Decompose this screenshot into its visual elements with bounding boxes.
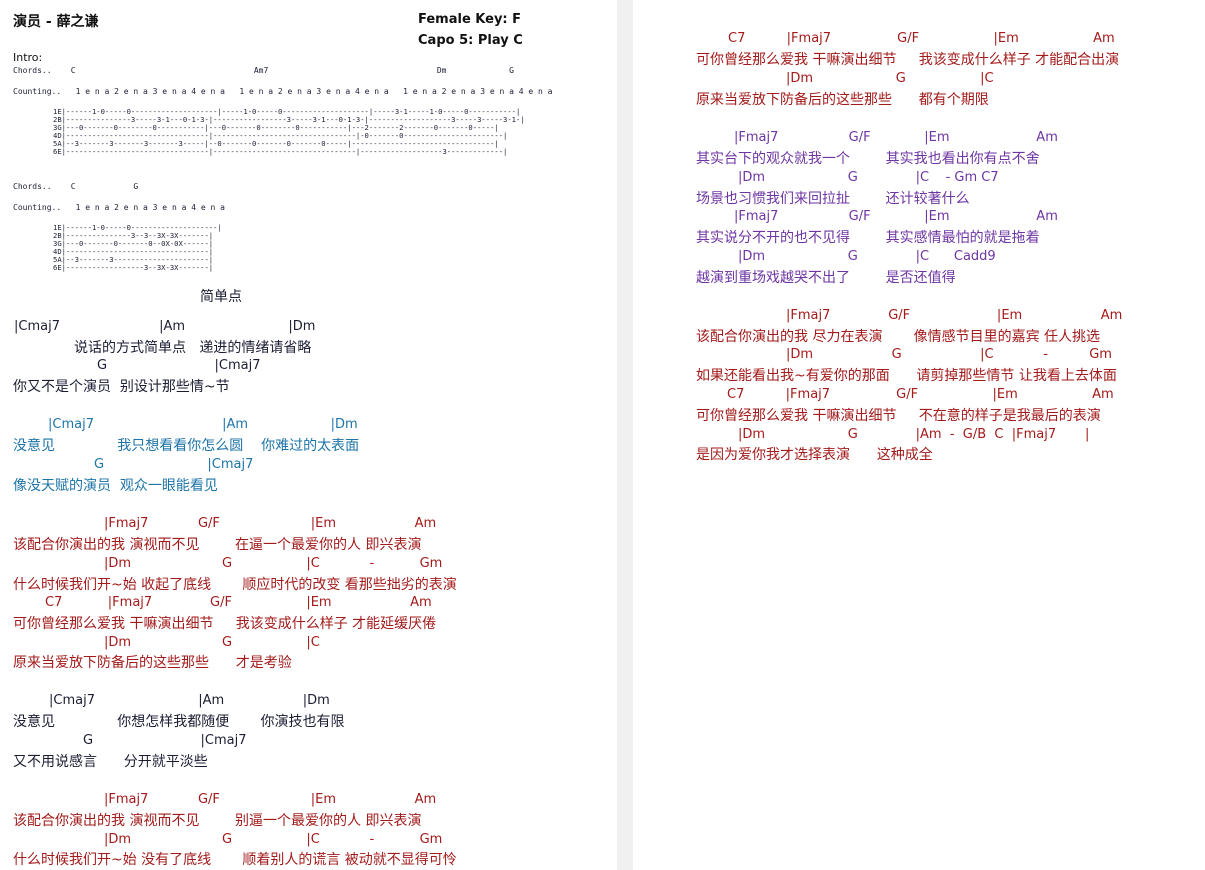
song-title: 演员 - 薛之谦 (13, 14, 99, 30)
chord-line: |Cmaj7 |Am |Dm (48, 417, 358, 432)
chord-line: G |Cmaj7 (94, 457, 254, 472)
chord-line: |Dm G |Am - G/B C |Fmaj7 | (738, 427, 1090, 442)
female-key: Female Key: F (418, 12, 522, 27)
lyric-line: 像没天赋的演员 观众一眼能看见 (13, 478, 218, 494)
page-right: C7 |Fmaj7 G/F |Em Am 可你曾经那么爱我 干嘛演出细节 我该变… (633, 0, 1205, 870)
lyric-line: 可你曾经那么爱我 干嘛演出细节 不在意的样子是我最后的表演 (696, 408, 1101, 424)
chord-line: G |Cmaj7 (83, 733, 247, 748)
chord-line: |Dm G |C - Gm (104, 556, 443, 571)
lyric-line: 该配合你演出的我 尽力在表演 像情感节目里的嘉宾 任人挑选 (696, 329, 1101, 345)
capo-info: Capo 5: Play C (418, 33, 523, 48)
right-page-content: C7 |Fmaj7 G/F |Em Am 可你曾经那么爱我 干嘛演出细节 我该变… (633, 0, 1205, 870)
lyric-line: 该配合你演出的我 演视而不见 别逼一个最爱你的人 即兴表演 (13, 813, 422, 829)
chord-line: C7 |Fmaj7 G/F |Em Am (728, 31, 1115, 46)
page-left: 演员 - 薛之谦 Female Key: F Capo 5: Play C In… (0, 0, 617, 870)
lyric-line: 如果还能看出我~有爱你的那面 请剪掉那些情节 让我看上去体面 (696, 368, 1117, 384)
lyric-line: 其实台下的观众就我一个 其实我也看出你有点不舍 (696, 151, 1040, 167)
lyric-line: 可你曾经那么爱我 干嘛演出细节 我该变成什么样子 才能配合出演 (696, 52, 1120, 68)
intro-chords-2: Chords.. C G (13, 182, 139, 191)
lyric-line: 简单点 (200, 289, 242, 305)
intro-counting-1: Counting.. 1 e n a 2 e n a 3 e n a 4 e n… (13, 87, 553, 96)
lyric-line: 是因为爱你我才选择表演 这种成全 (696, 447, 933, 463)
chord-line: |Cmaj7 |Am |Dm (49, 693, 330, 708)
lyric-line: 没意见 我只想看看你怎么圆 你难过的太表面 (13, 438, 360, 454)
lyric-line: 什么时候我们开~始 收起了底线 顺应时代的改变 看那些拙劣的表演 (13, 577, 457, 593)
lyric-line: 没意见 你想怎样我都随便 你演技也有限 (13, 714, 345, 730)
chord-line: |Dm G |C - Gm (104, 832, 443, 847)
chord-line: |Fmaj7 G/F |Em Am (786, 308, 1123, 323)
tab-line: 6E|---------------------------------|---… (53, 147, 508, 156)
lyric-line: 原来当爱放下防备后的这些那些 才是考验 (13, 655, 292, 671)
chord-line: G |Cmaj7 (97, 358, 261, 373)
chord-line: |Dm G |C Cadd9 (738, 249, 996, 264)
lyric-line: 什么时候我们开~始 没有了底线 顺着别人的谎言 被动就不显得可怜 (13, 852, 457, 868)
lyric-line: 其实说分不开的也不见得 其实感情最怕的就是拖着 (696, 230, 1040, 246)
lyric-line: 越演到重场戏越哭不出了 是否还值得 (696, 270, 956, 286)
lyric-line: 又不用说感言 分开就平淡些 (13, 754, 208, 770)
lyric-line: 场景也习惯我们来回拉扯 还计较著什么 (696, 191, 970, 207)
chord-line: |Fmaj7 G/F |Em Am (734, 130, 1058, 145)
lyric-line: 原来当爱放下防备后的这些那些 都有个期限 (696, 92, 989, 108)
chord-line: |Fmaj7 G/F |Em Am (104, 792, 437, 807)
chord-line: |Fmaj7 G/F |Em Am (104, 516, 437, 531)
intro-chords-1: Chords.. C Am7 Dm G (13, 66, 514, 75)
intro-counting-2: Counting.. 1 e n a 2 e n a 3 e n a 4 e n… (13, 203, 225, 212)
chord-line: |Cmaj7 |Am |Dm (14, 319, 316, 334)
chord-line: C7 |Fmaj7 G/F |Em Am (45, 595, 432, 610)
chord-line: |Fmaj7 G/F |Em Am (734, 209, 1058, 224)
tab-line: 6E|------------------3--3X-3X-------| (53, 263, 214, 272)
lyric-line: 该配合你演出的我 演视而不见 在逼一个最爱你的人 即兴表演 (13, 537, 422, 553)
chord-line: |Dm G |C (786, 71, 994, 86)
chord-line: C7 |Fmaj7 G/F |Em Am (727, 387, 1114, 402)
chord-line: |Dm G |C (104, 635, 320, 650)
chord-line: |Dm G |C - Gm C7 (738, 170, 999, 185)
chord-line: |Dm G |C - Gm (786, 347, 1112, 362)
lyric-line: 你又不是个演员 别设计那些情~节 (13, 379, 230, 395)
left-page-content: 演员 - 薛之谦 Female Key: F Capo 5: Play C In… (0, 0, 617, 870)
intro-label: Intro: (13, 51, 43, 64)
lyric-line: 说话的方式简单点 递进的情绪请省略 (74, 340, 312, 356)
lyric-line: 可你曾经那么爱我 干嘛演出细节 我该变成什么样子 才能延缓厌倦 (13, 616, 437, 632)
